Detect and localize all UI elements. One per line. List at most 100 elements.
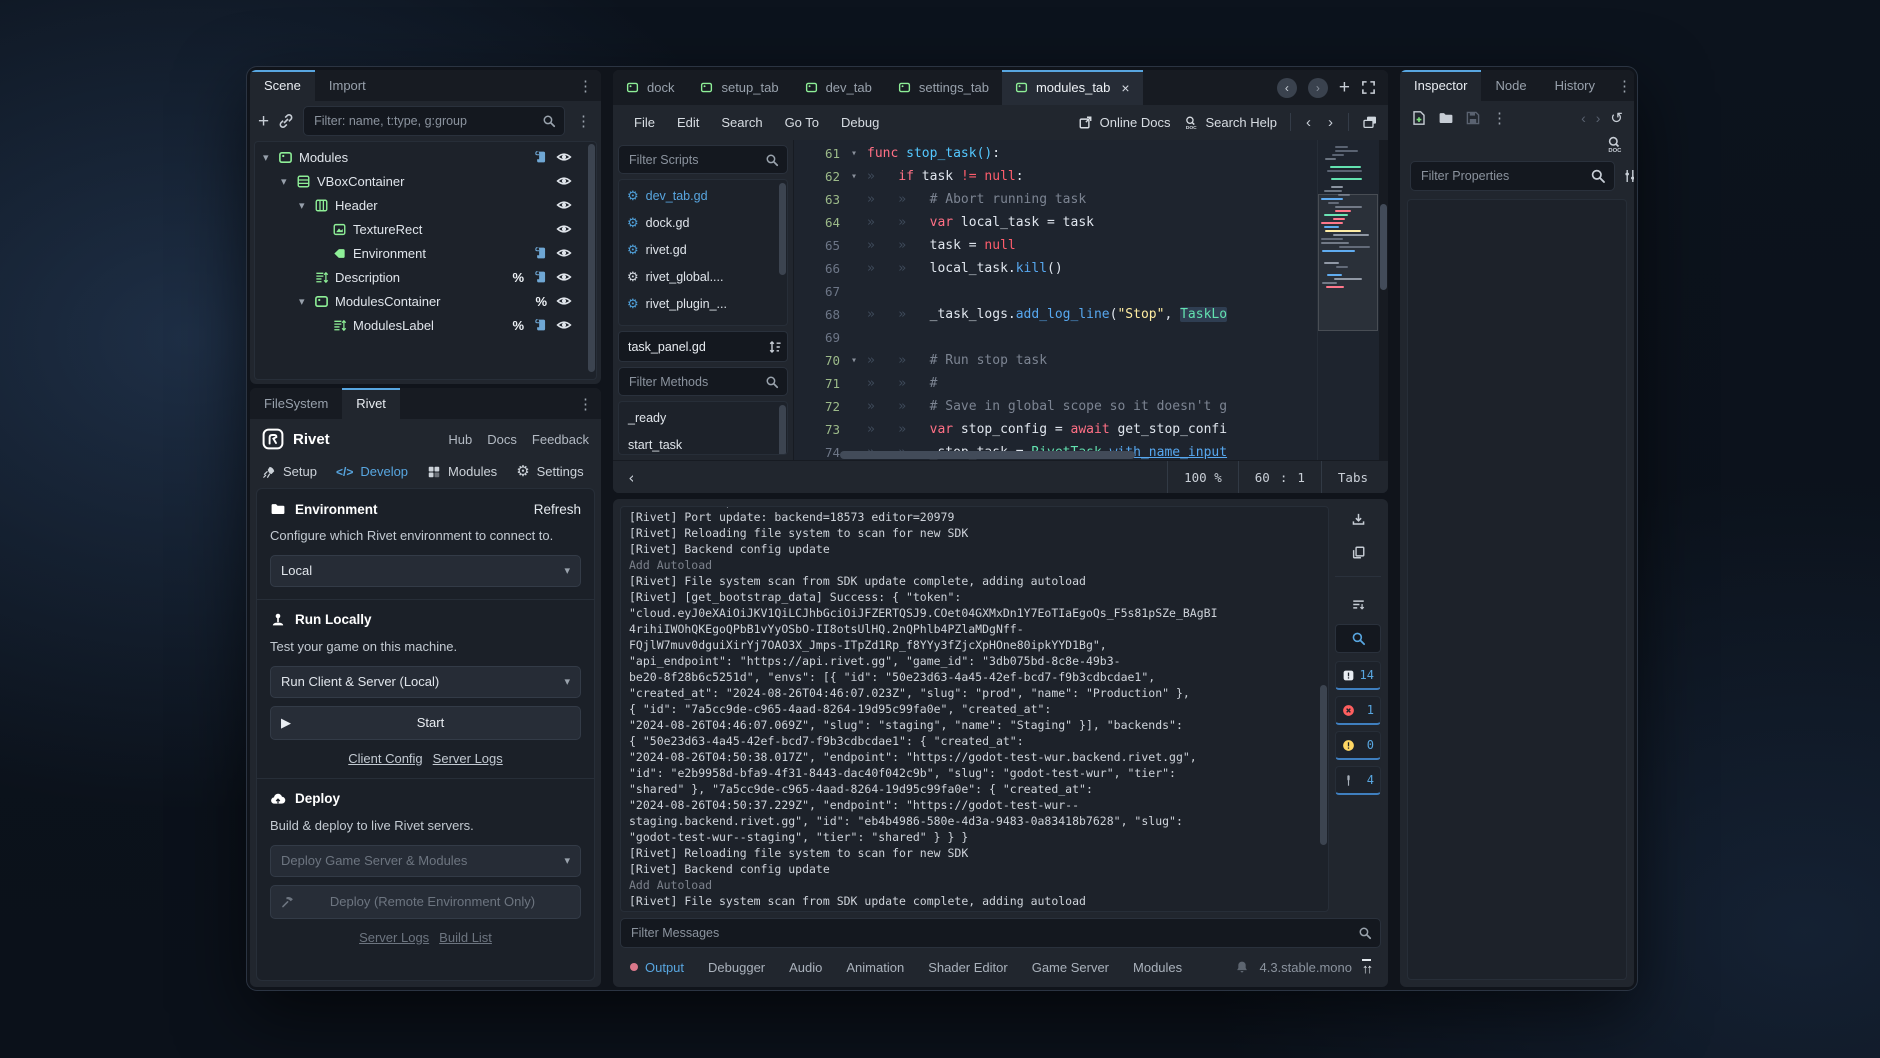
menu-item[interactable]: File: [623, 111, 666, 134]
visibility-eye-icon[interactable]: [556, 269, 572, 285]
script-list-item[interactable]: ⚙ rivet_plugin_...: [619, 290, 787, 317]
filter-messages-field[interactable]: [620, 918, 1381, 948]
visibility-eye-icon[interactable]: [556, 317, 572, 333]
tree-caret-icon[interactable]: ▾: [281, 175, 295, 188]
dock-tab[interactable]: FileSystem: [250, 388, 342, 419]
filter-scripts-field[interactable]: [618, 145, 788, 174]
bottom-panel-tab[interactable]: Modules: [1133, 960, 1182, 975]
online-docs-button[interactable]: Online Docs: [1078, 115, 1171, 130]
visibility-eye-icon[interactable]: [556, 149, 572, 165]
filter-messages-input[interactable]: [629, 925, 1352, 941]
code-line[interactable]: 64 » » var local_task = task: [794, 211, 1310, 234]
scene-file-tab[interactable]: dock: [613, 70, 687, 105]
script-list-item[interactable]: ⚙ rivet.gd: [619, 236, 787, 263]
dock-tab[interactable]: Rivet: [342, 388, 400, 419]
code-line[interactable]: 62 ▾ » if task != null:: [794, 165, 1310, 188]
rivet-nav-item[interactable]: Setup: [262, 464, 317, 479]
rivet-header-link[interactable]: Docs: [487, 432, 517, 447]
scene-tree-row[interactable]: ▾ Header: [257, 193, 594, 217]
run-link[interactable]: Server Logs: [433, 751, 503, 766]
current-script-row[interactable]: task_panel.gd: [618, 331, 788, 362]
script-list-item[interactable]: ⚙ rivet_global....: [619, 263, 787, 290]
method-list-scrollbar[interactable]: [779, 405, 786, 455]
scene-tree-row[interactable]: Environment: [257, 241, 594, 265]
close-tab-icon[interactable]: ×: [1121, 80, 1129, 96]
scene-dock-tab[interactable]: Import: [315, 70, 380, 101]
message-counter-toggle[interactable]: 1: [1335, 696, 1381, 725]
minimap-viewport[interactable]: [1318, 194, 1378, 330]
scene-tree-row[interactable]: ▾ Modules: [257, 145, 594, 169]
method-list-item[interactable]: start_task: [619, 431, 787, 455]
output-scrollbar[interactable]: [1320, 509, 1327, 909]
filter-scripts-input[interactable]: [627, 152, 759, 168]
code-line[interactable]: 68 » » _task_logs.add_log_line("Stop", T…: [794, 303, 1310, 326]
expand-bottom-panel-icon[interactable]: ↑↑: [1362, 959, 1371, 975]
inspector-dock-tab[interactable]: Inspector: [1400, 70, 1481, 101]
menu-item[interactable]: Go To: [774, 111, 830, 134]
visibility-eye-icon[interactable]: [556, 245, 572, 261]
code-line[interactable]: 67: [794, 280, 1310, 303]
run-mode-select[interactable]: Run Client & Server (Local) ▾: [270, 666, 581, 698]
make-floating-icon[interactable]: [1362, 114, 1378, 130]
next-scene-tab-icon[interactable]: ›: [1308, 78, 1328, 98]
bottom-panel-tab[interactable]: Animation: [846, 960, 904, 975]
code-line[interactable]: 73 » » var stop_config = await get_stop_…: [794, 418, 1310, 441]
menu-item[interactable]: Search: [710, 111, 773, 134]
scene-toolbar-menu-icon[interactable]: ⋮: [574, 112, 593, 130]
visibility-eye-icon[interactable]: [556, 293, 572, 309]
unique-name-badge[interactable]: %: [512, 270, 524, 285]
code-vertical-scrollbar[interactable]: [1379, 140, 1388, 460]
zoom-level[interactable]: 100 %: [1167, 461, 1238, 493]
edit-next-object-icon[interactable]: ›: [1596, 110, 1601, 126]
script-list-item[interactable]: ⚙ dev_tab.gd: [619, 182, 787, 209]
scene-file-tab[interactable]: modules_tab ×: [1002, 70, 1143, 105]
code-line[interactable]: 63 » » # Abort running task: [794, 188, 1310, 211]
rivet-nav-item[interactable]: ⚙ Settings: [516, 464, 583, 479]
scene-tree-row[interactable]: ▾ ModulesContainer %: [257, 289, 594, 313]
show-search-button[interactable]: [1335, 624, 1381, 653]
scene-tree-scrollbar[interactable]: [588, 144, 595, 372]
message-counter-toggle[interactable]: 0: [1335, 731, 1381, 760]
resource-extra-menu-icon[interactable]: ⋮: [1492, 109, 1507, 127]
refresh-button[interactable]: Refresh: [534, 502, 581, 517]
message-counter-toggle[interactable]: 4: [1335, 766, 1381, 795]
collapse-duplicates-button[interactable]: [1335, 591, 1381, 618]
filter-methods-input[interactable]: [627, 374, 759, 390]
sort-methods-icon[interactable]: [767, 339, 783, 355]
tree-caret-icon[interactable]: ▾: [299, 295, 313, 308]
attached-script-icon[interactable]: [533, 246, 547, 260]
run-link[interactable]: Client Config: [348, 751, 422, 766]
script-list-item[interactable]: ⚙ dock.gd: [619, 209, 787, 236]
save-log-button[interactable]: [1335, 506, 1381, 533]
code-line[interactable]: 72 » » # Save in global scope so it does…: [794, 395, 1310, 418]
menu-item[interactable]: Debug: [830, 111, 890, 134]
indent-mode[interactable]: Tabs: [1321, 461, 1384, 493]
filter-methods-field[interactable]: [618, 367, 788, 396]
fold-arrow-icon[interactable]: ▾: [851, 171, 867, 182]
fold-arrow-icon[interactable]: ▾: [851, 148, 867, 159]
environment-select[interactable]: Local ▾: [270, 555, 581, 587]
expand-tabs-icon[interactable]: [1361, 80, 1376, 95]
scene-dock-tab[interactable]: Scene: [250, 70, 315, 101]
scene-file-tab[interactable]: dev_tab: [792, 70, 885, 105]
start-button[interactable]: ▶ Start: [270, 706, 581, 740]
scene-tree-row[interactable]: TextureRect: [257, 217, 594, 241]
open-docs-icon[interactable]: DOC: [1605, 135, 1623, 153]
unique-name-badge[interactable]: %: [512, 318, 524, 333]
attached-script-icon[interactable]: [533, 150, 547, 164]
dock-tabs-menu-icon[interactable]: ⋮: [570, 395, 601, 413]
attached-script-icon[interactable]: [533, 270, 547, 284]
deploy-link[interactable]: Server Logs: [359, 930, 429, 945]
visibility-eye-icon[interactable]: [556, 197, 572, 213]
new-resource-icon[interactable]: [1411, 110, 1427, 126]
unique-name-badge[interactable]: %: [535, 294, 547, 309]
rivet-header-link[interactable]: Hub: [448, 432, 472, 447]
inspector-dock-tab[interactable]: Node: [1481, 70, 1540, 101]
code-line[interactable]: 61 ▾ func stop_task():: [794, 142, 1310, 165]
instance-scene-icon[interactable]: [278, 113, 294, 129]
code-line[interactable]: 71 » » #: [794, 372, 1310, 395]
code-line[interactable]: 70 ▾ » » # Run stop task: [794, 349, 1310, 372]
scene-tree-row[interactable]: ▾ VBoxContainer: [257, 169, 594, 193]
add-node-icon[interactable]: +: [258, 112, 269, 131]
filter-properties-input[interactable]: [1419, 168, 1584, 184]
